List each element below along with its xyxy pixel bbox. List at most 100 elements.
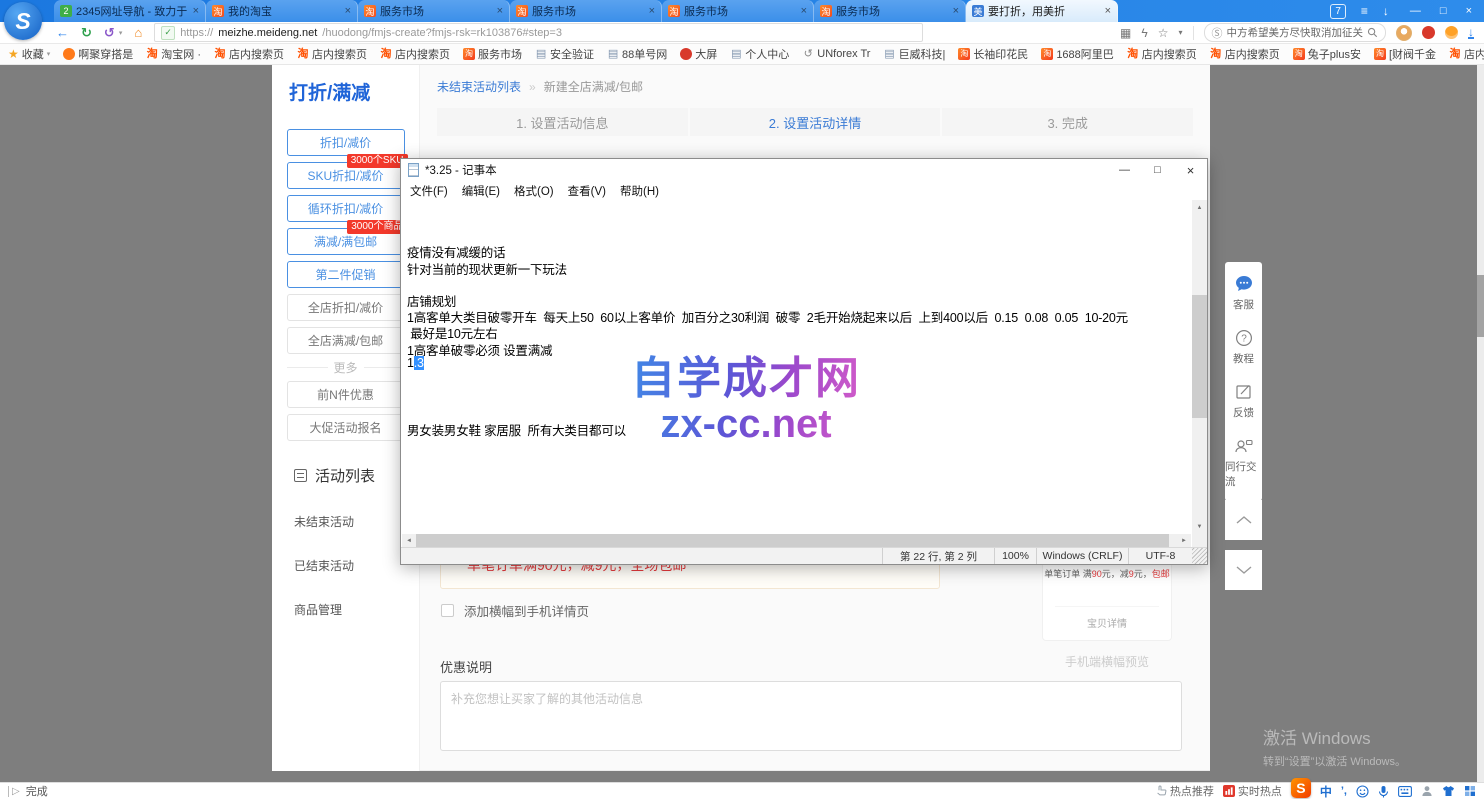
- ime-language-toggle[interactable]: 中: [1320, 783, 1332, 799]
- download-icon[interactable]: ↓: [1468, 27, 1474, 39]
- breadcrumb-link[interactable]: 未结束活动列表: [437, 78, 521, 95]
- notepad-menu-item[interactable]: 帮助(H): [613, 183, 666, 199]
- scrollbar-thumb[interactable]: [416, 534, 1169, 547]
- discount-type-button[interactable]: 满减/满包邮 3000个商品: [287, 228, 405, 255]
- download-tray-icon[interactable]: ↓: [1383, 5, 1389, 17]
- notepad-titlebar[interactable]: *3.25 - 记事本 — □ ×: [401, 159, 1207, 181]
- bookmark-item[interactable]: 淘 店内搜索页: [1127, 46, 1197, 62]
- more-divider[interactable]: 更多: [287, 356, 405, 379]
- discount-type-button[interactable]: 全店满减/包邮: [287, 327, 405, 354]
- scroll-up-arrow-icon[interactable]: ▲: [1192, 200, 1207, 215]
- tab-count-badge[interactable]: 7: [1330, 4, 1346, 19]
- tab-close-icon[interactable]: ×: [497, 5, 503, 17]
- search-hotword[interactable]: 中方希望美方尽快取消加征关: [1227, 25, 1364, 40]
- undo-caret-icon[interactable]: ▾: [119, 29, 123, 37]
- sidebar-activity-link[interactable]: 商品管理: [294, 601, 419, 618]
- discount-type-button[interactable]: 全店折扣/减价: [287, 294, 405, 321]
- bookmark-item[interactable]: ↺ UNforex Tr: [802, 48, 870, 60]
- tool-peer-chat[interactable]: 同行交流: [1225, 428, 1262, 497]
- ime-punctuation-toggle[interactable]: ’,: [1341, 785, 1347, 797]
- bookmark-item[interactable]: 淘 店内搜索页: [380, 46, 450, 62]
- bookmark-item[interactable]: 淘 兔子plus安: [1293, 46, 1361, 62]
- sogou-ime-logo[interactable]: S: [1291, 778, 1311, 798]
- bookmark-item[interactable]: 淘 店内搜索页: [297, 46, 367, 62]
- close-button[interactable]: ×: [1174, 159, 1207, 181]
- flash-icon[interactable]: ϟ: [1141, 27, 1147, 39]
- browser-tab[interactable]: 2 2345网址导航 - 致力于 ×: [54, 0, 206, 22]
- minimize-window-icon[interactable]: —: [1410, 5, 1421, 17]
- browser-logo[interactable]: S: [4, 2, 42, 40]
- notepad-menu-item[interactable]: 文件(F): [403, 183, 455, 199]
- url-field[interactable]: ✓ https://meizhe.meideng.net/huodong/fmj…: [154, 23, 923, 42]
- scroll-down-arrow-icon[interactable]: ▼: [1192, 519, 1207, 534]
- favorite-star-icon[interactable]: ☆: [1158, 27, 1169, 39]
- scroll-right-arrow-icon[interactable]: ►: [1177, 534, 1191, 547]
- emoji-icon[interactable]: [1356, 785, 1369, 798]
- tab-close-icon[interactable]: ×: [193, 5, 199, 17]
- undo-icon[interactable]: ↺: [104, 26, 115, 39]
- bookmark-item[interactable]: 淘 服务市场: [463, 46, 522, 62]
- refresh-icon[interactable]: ↻: [81, 26, 92, 39]
- search-input[interactable]: Ⓢ 中方希望美方尽快取消加征关: [1204, 23, 1387, 42]
- scroll-left-arrow-icon[interactable]: ◄: [402, 534, 416, 547]
- notepad-vertical-scrollbar[interactable]: ▲ ▼: [1192, 200, 1207, 534]
- discount-type-button[interactable]: 第二件促销: [287, 261, 405, 288]
- bookmark-item[interactable]: ▤ 88单号网: [607, 46, 667, 62]
- bookmark-item[interactable]: 淘 店内搜索页: [214, 46, 284, 62]
- bookmark-item[interactable]: 淘 1688阿里巴: [1041, 46, 1113, 62]
- bookmark-item[interactable]: ▤ 安全验证: [535, 46, 594, 62]
- maximize-button[interactable]: □: [1141, 159, 1174, 181]
- scrollbar-thumb[interactable]: [1477, 275, 1484, 337]
- bookmark-item[interactable]: 淘 淘宝网 ·: [146, 46, 201, 62]
- hot-now[interactable]: 实时热点: [1223, 783, 1282, 799]
- tab-close-icon[interactable]: ×: [345, 5, 351, 17]
- tab-close-icon[interactable]: ×: [1105, 5, 1111, 17]
- discount-type-button[interactable]: SKU折扣/减价 3000个SKU: [287, 162, 405, 189]
- banner-checkbox[interactable]: [441, 604, 454, 617]
- page-scrollbar[interactable]: [1477, 65, 1484, 782]
- tool-tutorial[interactable]: ? 教程: [1225, 320, 1262, 374]
- hot-recommend[interactable]: 热点推荐: [1155, 783, 1214, 799]
- discount-type-button[interactable]: 大促活动报名: [287, 414, 405, 441]
- notepad-horizontal-scrollbar[interactable]: ◄ ►: [402, 534, 1191, 547]
- notepad-menu-item[interactable]: 编辑(E): [455, 183, 507, 199]
- home-icon[interactable]: ⌂: [134, 26, 142, 39]
- discount-type-button[interactable]: 循环折扣/减价: [287, 195, 405, 222]
- tool-feedback[interactable]: 反馈: [1225, 374, 1262, 428]
- tab-close-icon[interactable]: ×: [649, 5, 655, 17]
- bookmark-item[interactable]: 淘 店内搜索页: [1449, 46, 1484, 62]
- tool-customer-service[interactable]: 客服: [1225, 266, 1262, 320]
- chevron-down-icon[interactable]: ▾: [1178, 29, 1182, 37]
- browser-tab[interactable]: 淘 服务市场 ×: [662, 0, 814, 22]
- close-window-icon[interactable]: ×: [1466, 5, 1472, 17]
- user-avatar[interactable]: [1396, 25, 1412, 41]
- bookmark-item[interactable]: ▤ 巨威科技|: [883, 46, 945, 62]
- tab-close-icon[interactable]: ×: [953, 5, 959, 17]
- skin-shirt-icon[interactable]: [1442, 785, 1455, 797]
- search-icon[interactable]: [1367, 27, 1378, 38]
- notepad-menu-item[interactable]: 格式(O): [507, 183, 561, 199]
- qr-grid-icon[interactable]: ▦: [1120, 27, 1131, 39]
- browser-tab[interactable]: 淘 服务市场 ×: [358, 0, 510, 22]
- discount-type-button[interactable]: 折扣/减价: [287, 129, 405, 156]
- more-label[interactable]: 更多: [334, 359, 358, 376]
- bookmark-item[interactable]: 大屏: [680, 46, 717, 62]
- scroll-top-button[interactable]: [1225, 500, 1262, 540]
- maximize-window-icon[interactable]: □: [1440, 5, 1447, 17]
- coupon-note-textarea[interactable]: [440, 681, 1182, 751]
- discount-type-button[interactable]: 前N件优惠: [287, 381, 405, 408]
- browser-tab[interactable]: 美 要打折，用美折 ×: [966, 0, 1118, 22]
- minimize-button[interactable]: —: [1108, 159, 1141, 181]
- smiley-plugin-icon[interactable]: [1445, 26, 1458, 39]
- bookmark-item[interactable]: 淘 店内搜索页: [1210, 46, 1280, 62]
- person-icon[interactable]: [1421, 785, 1433, 797]
- microphone-icon[interactable]: [1378, 785, 1389, 798]
- resize-grip[interactable]: [1192, 548, 1207, 564]
- bookmark-favorites[interactable]: ★ 收藏 ▾: [8, 46, 50, 62]
- notepad-menu-item[interactable]: 查看(V): [561, 183, 613, 199]
- browser-tab[interactable]: 淘 服务市场 ×: [510, 0, 662, 22]
- back-icon[interactable]: ←: [56, 26, 69, 39]
- tab-close-icon[interactable]: ×: [801, 5, 807, 17]
- bookmark-item[interactable]: 啊聚穿搭是: [63, 46, 133, 62]
- scroll-bottom-button[interactable]: [1225, 550, 1262, 590]
